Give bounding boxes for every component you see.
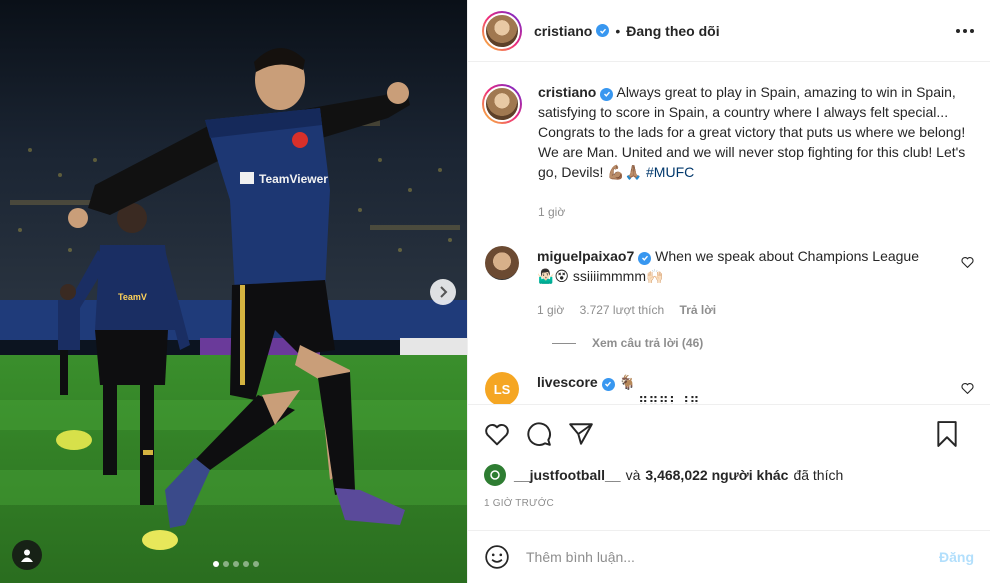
comment-likes[interactable]: 3.727 lượt thích — [580, 303, 665, 317]
post-comment-button[interactable]: Đăng — [939, 549, 974, 565]
likes-summary: __justfootball__ và 3,468,022 người khác… — [484, 464, 843, 486]
reply-button[interactable]: Trả lời — [680, 303, 717, 317]
hashtag-link[interactable]: #MUFC — [646, 164, 694, 180]
post-time-ago[interactable]: 1 GIỜ TRƯỚC — [484, 498, 554, 509]
like-comment-heart-icon[interactable] — [961, 256, 974, 268]
like-comment-heart-icon[interactable] — [961, 382, 974, 394]
post-details-panel: cristiano • Đang theo dõi cristiano Alwa… — [467, 0, 990, 583]
carousel-dots — [213, 561, 259, 567]
comment-item: miguelpaixao7 When we speak about Champi… — [482, 246, 974, 320]
carousel-dot — [213, 561, 219, 567]
comment-text-line2: ..........................⣿⣿⣿⡇⢸⣿ — [537, 394, 700, 404]
caption-author-avatar[interactable] — [482, 84, 522, 124]
carousel-dot — [223, 561, 229, 567]
comment-time[interactable]: 1 giờ — [537, 303, 564, 317]
likes-connector: và — [625, 467, 641, 483]
add-comment-bar: Đăng — [468, 530, 990, 583]
comment-text: 🐐 — [618, 374, 637, 390]
caption-time[interactable]: 1 giờ — [538, 205, 565, 219]
commenter-avatar[interactable] — [485, 246, 519, 280]
share-paper-plane-icon[interactable] — [568, 422, 594, 446]
view-replies-button[interactable]: Xem câu trả lời (46) — [552, 336, 974, 350]
chevron-right-icon — [440, 286, 448, 298]
comment-username[interactable]: miguelpaixao7 — [537, 248, 634, 264]
carousel-dot — [253, 561, 259, 567]
likes-suffix: đã thích — [793, 467, 844, 483]
verified-badge-icon — [600, 87, 614, 101]
save-bookmark-icon[interactable] — [936, 420, 958, 447]
comment-username[interactable]: livescore — [537, 374, 598, 390]
carousel-dot — [233, 561, 239, 567]
first-liker-username[interactable]: __justfootball__ — [514, 467, 621, 483]
svg-text:TeamV: TeamV — [118, 292, 147, 302]
livescore-avatar[interactable]: LS — [485, 372, 519, 404]
follow-status-button[interactable]: Đang theo dõi — [626, 23, 719, 39]
photo-scene: TeamV TeamViewer — [0, 0, 467, 583]
liker-avatar[interactable] — [484, 464, 506, 486]
instagram-post-modal: TeamV TeamViewer cristiano • Đang theo d… — [0, 0, 990, 583]
next-photo-button[interactable] — [430, 279, 456, 305]
author-avatar[interactable] — [482, 10, 522, 51]
comments-list: cristiano Always great to play in Spain,… — [468, 62, 990, 404]
post-header: cristiano • Đang theo dõi — [468, 0, 990, 62]
post-photo[interactable]: TeamV TeamViewer — [0, 0, 467, 583]
caption-username[interactable]: cristiano — [538, 84, 596, 100]
carousel-dot — [243, 561, 249, 567]
separator-dot: • — [615, 22, 621, 39]
tagged-users-button[interactable] — [12, 540, 42, 570]
post-actions-bar — [468, 404, 990, 462]
user-tag-icon — [21, 549, 33, 562]
view-replies-label: Xem câu trả lời (46) — [592, 336, 704, 350]
comment-bubble-icon[interactable] — [526, 421, 552, 447]
svg-text:TeamViewer: TeamViewer — [259, 172, 328, 186]
more-options-icon[interactable] — [956, 28, 974, 33]
comment-item: LS livescore 🐐 .........................… — [482, 372, 974, 404]
like-heart-icon[interactable] — [484, 422, 510, 446]
author-username[interactable]: cristiano — [534, 23, 592, 39]
caption-row: cristiano Always great to play in Spain,… — [482, 84, 974, 222]
comment-input[interactable] — [526, 549, 939, 565]
emoji-picker-icon[interactable] — [484, 544, 510, 570]
verified-badge-icon — [596, 24, 610, 37]
verified-badge-icon — [601, 377, 615, 391]
verified-badge-icon — [638, 251, 652, 265]
other-likes-count[interactable]: 3,468,022 người khác — [645, 467, 788, 483]
